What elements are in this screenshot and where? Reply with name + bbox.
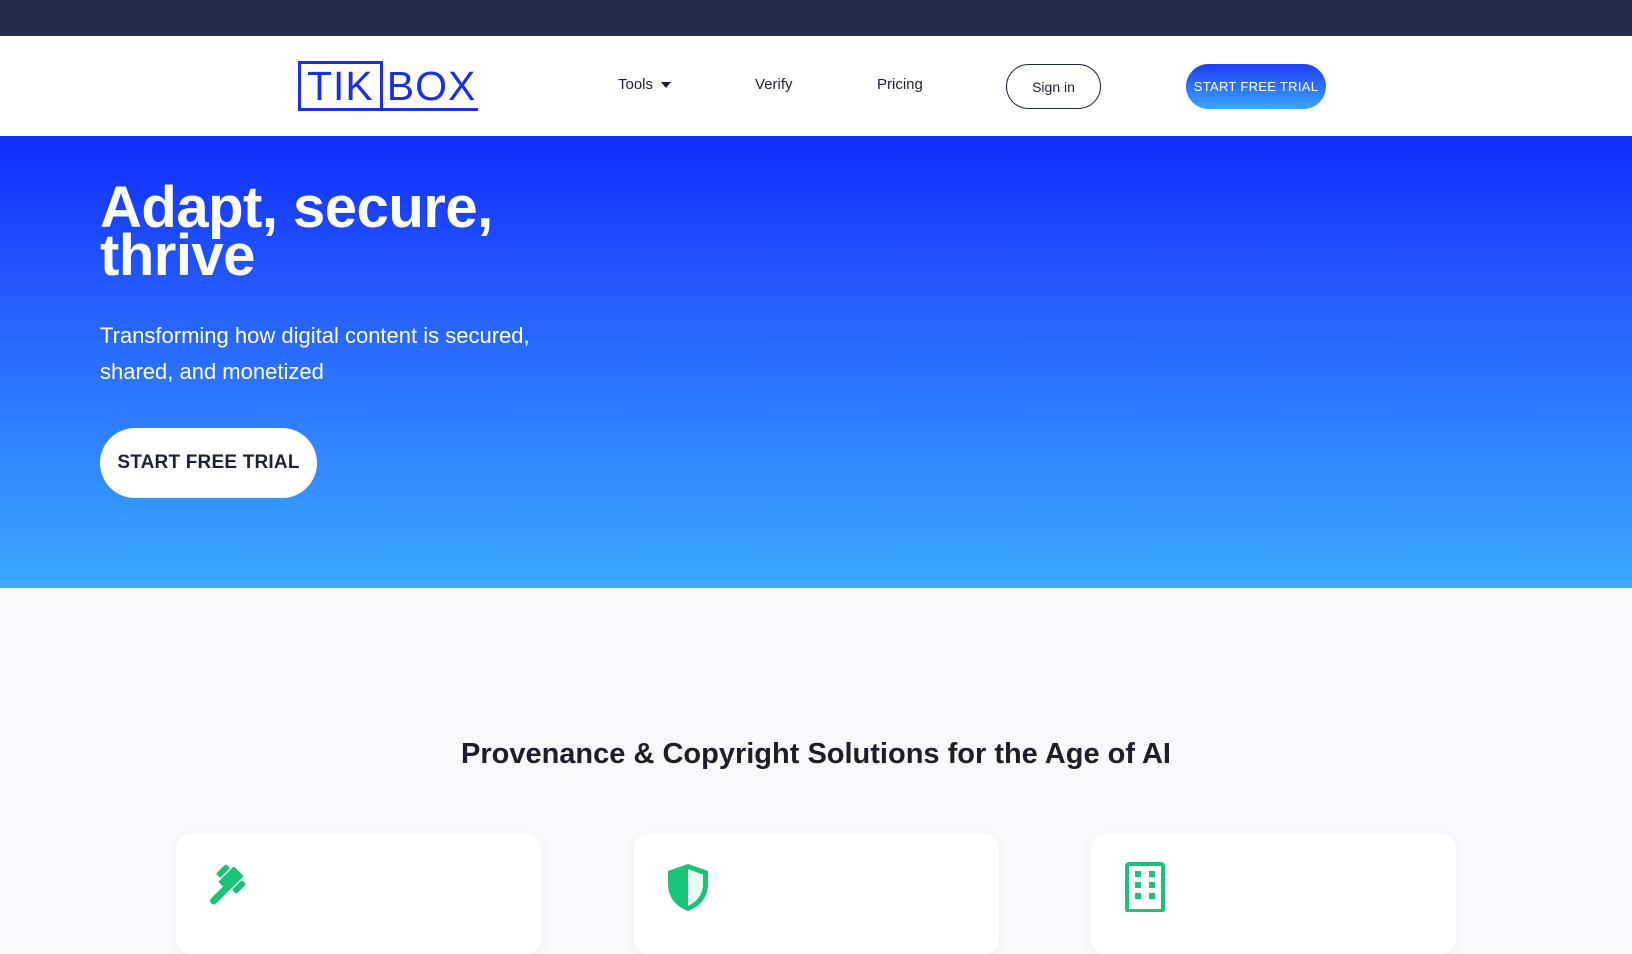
hero-title: Adapt, secure, thrive xyxy=(100,175,493,288)
nav-verify[interactable]: Verify xyxy=(755,76,793,93)
feature-card-copyright[interactable] xyxy=(176,834,541,954)
hero-subtitle: Transforming how digital content is secu… xyxy=(100,323,530,384)
nav-pricing[interactable]: Pricing xyxy=(877,76,923,93)
hero-start-free-trial-button[interactable]: START FREE TRIAL xyxy=(100,428,317,498)
feature-card-security[interactable] xyxy=(634,834,999,954)
tikbox-logo[interactable]: TIK BOX xyxy=(298,61,479,111)
section-title: Provenance & Copyright Solutions for the… xyxy=(460,738,1171,770)
nav-start-free-trial-button[interactable]: START FREE TRIAL xyxy=(1186,64,1326,109)
logo-tik: TIK xyxy=(298,61,383,111)
gavel-icon xyxy=(209,864,246,905)
building-icon xyxy=(1125,862,1165,912)
nav-tools-label: Tools xyxy=(618,76,654,93)
nav-tools-dropdown[interactable]: Tools xyxy=(618,76,672,93)
navbar: TIK BOX Tools Verify Pricing Sign in STA… xyxy=(0,36,1632,136)
feature-card-enterprise[interactable] xyxy=(1091,834,1456,954)
logo-box: BOX xyxy=(382,61,479,111)
hero: Adapt, secure, thrive Transforming how d… xyxy=(0,136,1632,588)
caret-down-icon xyxy=(661,81,672,88)
sign-in-button[interactable]: Sign in xyxy=(1006,64,1101,109)
top-banner xyxy=(0,0,1632,36)
shield-icon xyxy=(668,864,708,911)
